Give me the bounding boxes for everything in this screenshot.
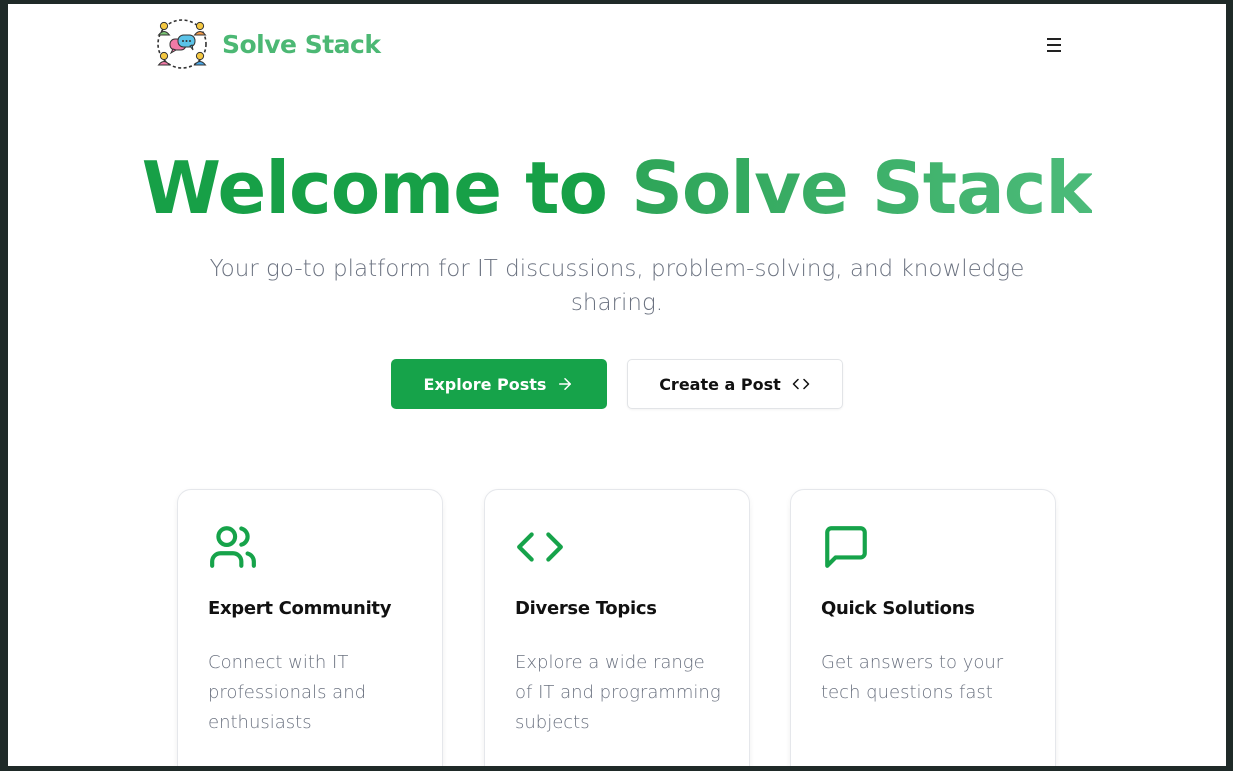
feature-description: Explore a wide range of IT and programmi… [515, 652, 721, 733]
hero-subtitle: Your go-to platform for IT discussions, … [209, 256, 1025, 316]
feature-description: Get answers to your tech questions fast [821, 652, 1004, 703]
feature-description: Connect with IT professionals and enthus… [208, 652, 367, 733]
hamburger-menu-icon[interactable] [1044, 36, 1066, 54]
create-post-label: Create a Post [659, 374, 781, 394]
code-icon [517, 532, 563, 562]
feature-card-expert-community[interactable]: Expert Community Connect with IT profess… [177, 489, 443, 766]
code-brackets-icon [791, 375, 811, 393]
feature-title: Expert Community [208, 598, 392, 619]
hero-title: Welcome to Solve Stack [8, 142, 1226, 234]
create-post-button[interactable]: Create a Post [627, 359, 843, 409]
page: Solve Stack Welcome to Solve Stack Your … [8, 4, 1226, 766]
feature-card-quick-solutions[interactable]: Quick Solutions Get answers to your tech… [790, 489, 1056, 766]
brand-name[interactable]: Solve Stack [222, 30, 381, 59]
feature-title: Quick Solutions [821, 598, 975, 619]
feature-title: Diverse Topics [515, 598, 657, 619]
explore-posts-button[interactable]: Explore Posts [391, 359, 607, 409]
explore-posts-label: Explore Posts [423, 374, 547, 394]
hero-title-welcome: Welcome to [141, 146, 632, 230]
message-square-icon [825, 526, 867, 568]
arrow-right-icon [556, 375, 574, 393]
navbar: Solve Stack [8, 4, 1226, 88]
feature-card-diverse-topics[interactable]: Diverse Topics Explore a wide range of I… [484, 489, 750, 766]
community-chat-logo-icon[interactable] [156, 18, 208, 70]
users-icon [210, 526, 256, 568]
hero-title-brand: Solve Stack [631, 146, 1093, 230]
